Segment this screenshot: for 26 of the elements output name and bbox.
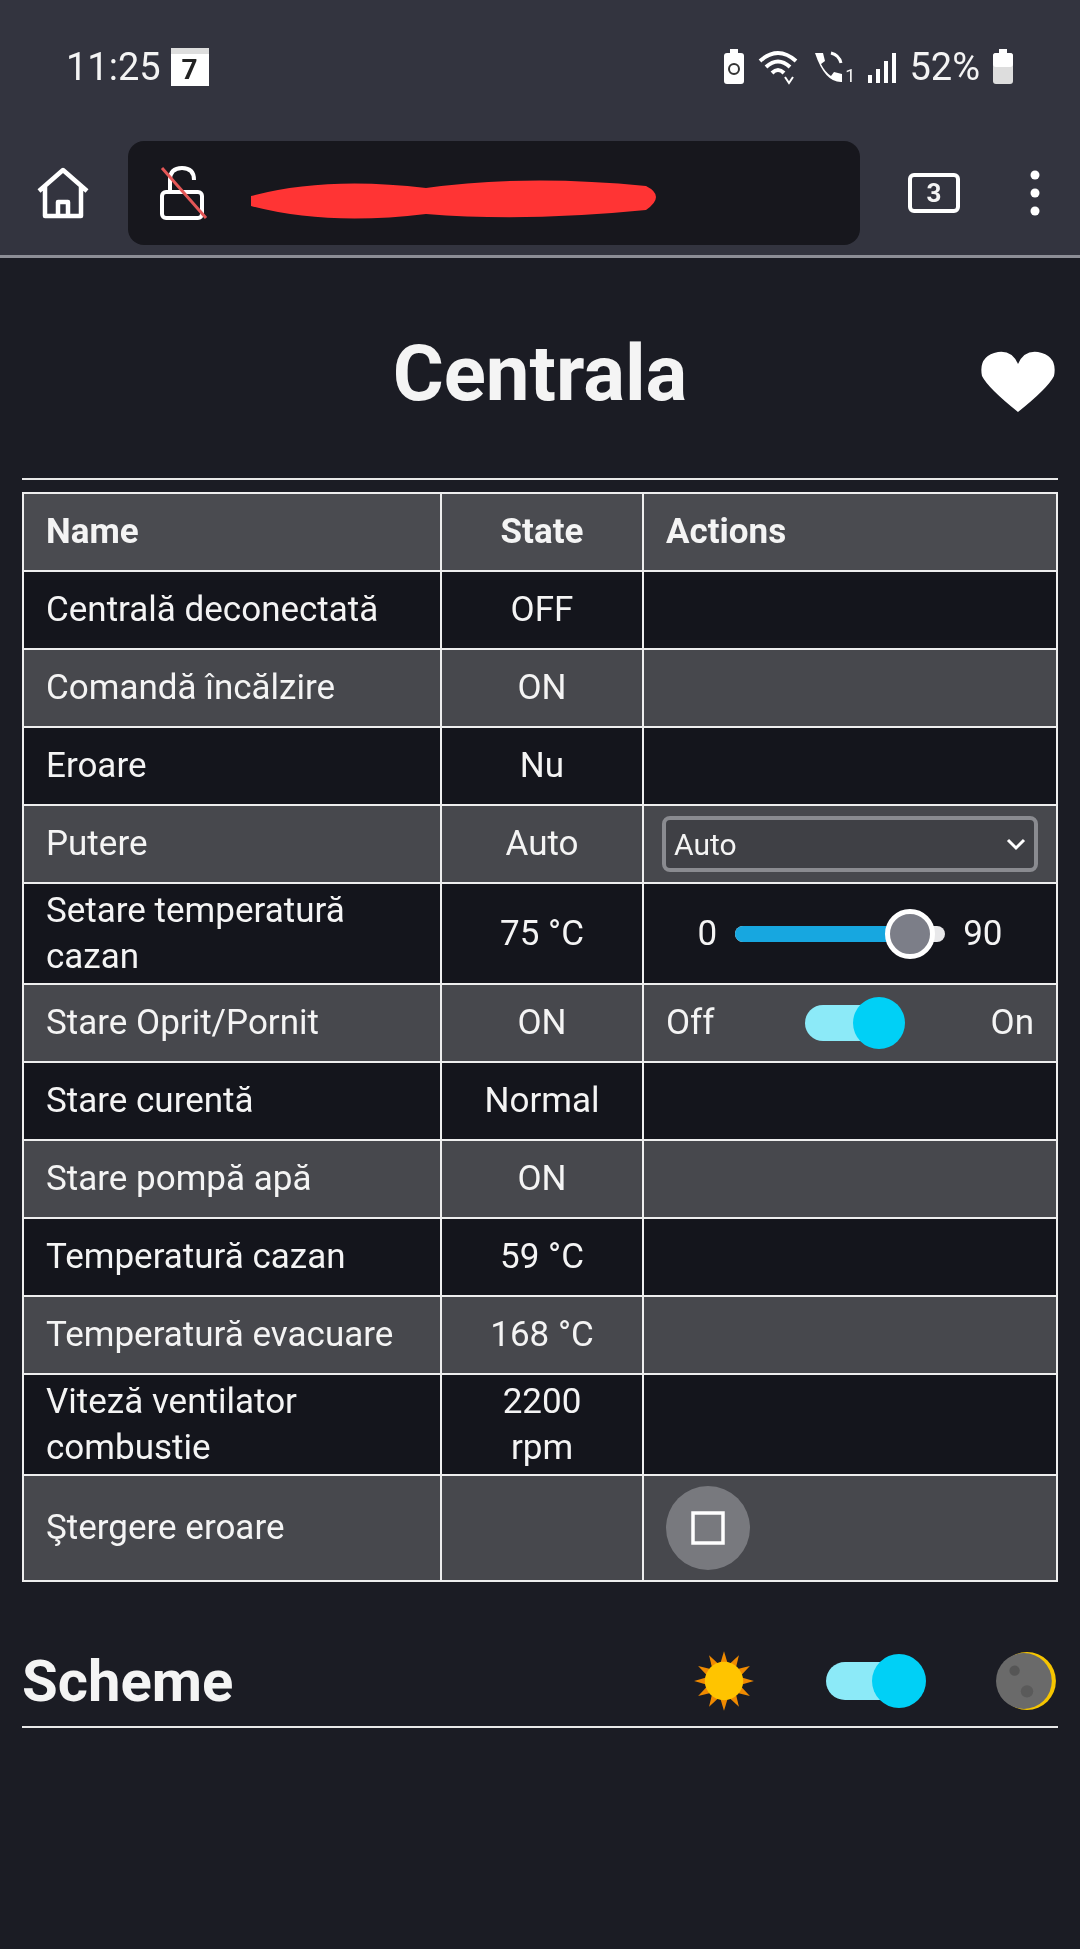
column-header: Name <box>23 493 441 571</box>
section-heading: Scheme <box>22 1645 234 1717</box>
slider-min-label: 0 <box>697 911 718 956</box>
switch-on-label: On <box>990 1001 1034 1046</box>
battery-icon <box>992 49 1014 85</box>
signal-icon <box>867 51 898 83</box>
square-icon <box>691 1511 725 1545</box>
unlocked-padlock-icon <box>158 163 210 222</box>
battery-saver-icon <box>723 49 746 85</box>
address-bar[interactable] <box>128 140 860 245</box>
battery-percentage: 52% <box>909 43 980 91</box>
table-cell: Ştergere eroare <box>23 1475 441 1581</box>
tab-count-button[interactable]: 3 <box>908 172 960 213</box>
slider-max-label: 90 <box>963 911 1003 956</box>
wifi-icon <box>757 49 800 85</box>
moon-icon <box>996 1650 1058 1712</box>
more-options-icon[interactable] <box>1030 169 1040 216</box>
chevron-down-icon <box>1006 837 1026 851</box>
select-field[interactable]: Auto <box>662 816 1038 872</box>
clock-time: 11:25 <box>66 43 161 91</box>
sim-slot-number: 1 <box>845 67 856 85</box>
column-header: Actions <box>643 493 1057 571</box>
theme-toggle-switch[interactable] <box>826 1654 926 1708</box>
page-title: Centrala <box>392 326 688 421</box>
calendar-icon: 7 <box>170 48 209 86</box>
switch-off-label: Off <box>666 1001 715 1046</box>
